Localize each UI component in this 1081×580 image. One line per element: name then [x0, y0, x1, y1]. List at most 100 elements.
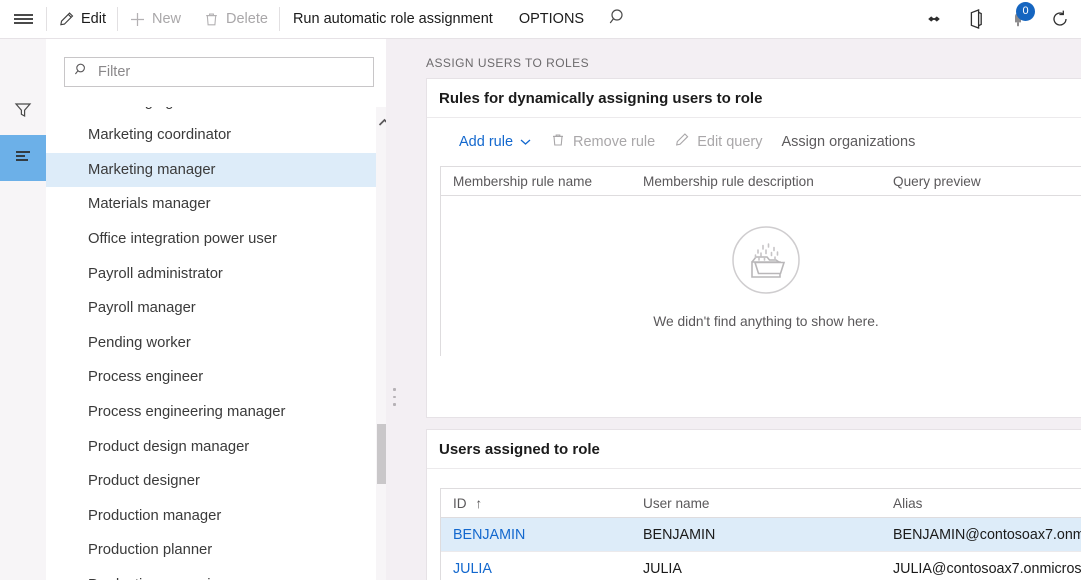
office-icon[interactable] — [955, 0, 997, 38]
list-item-label: Product designer — [88, 473, 200, 490]
filter-input[interactable] — [98, 64, 364, 80]
divider — [427, 468, 1081, 469]
page-caption: ASSIGN USERS TO ROLES — [426, 56, 590, 70]
chevron-down-icon — [520, 134, 531, 150]
run-automatic-role-assignment-label: Run automatic role assignment — [292, 11, 493, 27]
delete-button-label: Delete — [226, 11, 268, 27]
column-header-id[interactable]: ID ↑ — [441, 496, 631, 511]
list-item-role[interactable]: Product design manager — [46, 429, 394, 464]
list-item-role[interactable]: Payroll manager — [46, 291, 394, 326]
list-item-label: Marketing coordinator — [88, 127, 232, 144]
column-header-alias[interactable]: Alias — [881, 496, 1081, 511]
edit-query-label: Edit query — [697, 134, 763, 150]
cell-user-name: BENJAMIN — [643, 526, 716, 543]
options-menu-button[interactable]: OPTIONS — [506, 0, 597, 38]
rules-grid-empty-state: We didn't find anything to show here. — [441, 196, 1081, 356]
column-header-query-preview[interactable]: Query preview — [881, 174, 1081, 189]
assign-organizations-label: Assign organizations — [781, 134, 916, 150]
list-item-role[interactable]: Marketing manager — [46, 152, 394, 188]
list-item-label: Process engineering manager — [88, 404, 286, 421]
funnel-filter-icon — [13, 100, 33, 125]
users-card-title: Users assigned to role — [439, 440, 600, 458]
rail-filter-button[interactable] — [0, 89, 46, 135]
list-item-role[interactable]: Production planner — [46, 533, 394, 568]
edit-button-label: Edit — [81, 11, 106, 27]
list-item-role[interactable]: Production supervisor — [46, 568, 394, 580]
toolbar-search-button[interactable] — [597, 0, 639, 38]
table-row[interactable]: BENJAMIN BENJAMIN BENJAMIN@contosoax7.onmi… — [441, 518, 1081, 552]
list-item-role[interactable]: Production manager — [46, 499, 394, 534]
cell-id[interactable]: BENJAMIN — [441, 527, 631, 543]
roles-list: Marketing agent Marketing coordinator Mar… — [46, 107, 394, 580]
rules-card-title: Rules for dynamically assigning users to… — [439, 89, 763, 107]
column-header-membership-rule-description[interactable]: Membership rule description — [631, 174, 881, 189]
notifications-badge: 0 — [1016, 2, 1035, 21]
trash-icon — [550, 132, 566, 152]
table-row[interactable]: JULIA JULIA JULIA@contosoax7.onmicrosoft.c… — [441, 552, 1081, 580]
list-item-partial-label: Marketing agent — [88, 107, 194, 110]
cell-alias: BENJAMIN@contosoax7.onmicrosoft.com — [893, 526, 1081, 543]
edit-button[interactable]: Edit — [47, 0, 117, 38]
application-window: Edit New Delete Run automatic role assig — [0, 0, 1081, 580]
cell-user-name: JULIA — [643, 560, 682, 577]
list-item-label: Production manager — [88, 507, 222, 524]
column-header-id-label: ID — [453, 495, 467, 511]
list-item-role[interactable]: Office integration power user — [46, 222, 394, 257]
refresh-icon[interactable] — [1039, 0, 1081, 38]
list-item-role[interactable]: Pending worker — [46, 326, 394, 361]
cell-id[interactable]: JULIA — [441, 561, 631, 577]
list-item-role[interactable]: Product designer — [46, 464, 394, 499]
rules-action-bar: Add rule Remove rule Edit query Assign o… — [427, 118, 1081, 166]
top-command-bar: Edit New Delete Run automatic role assig — [0, 0, 1081, 38]
users-card: Users assigned to role ID ↑ User name Al… — [426, 429, 1081, 580]
notifications-icon[interactable]: 0 — [997, 0, 1039, 38]
left-icon-rail — [0, 39, 46, 580]
empty-folder-icon — [730, 224, 802, 301]
list-item-label: Materials manager — [88, 196, 211, 213]
link-share-icon[interactable] — [913, 0, 955, 38]
filter-container — [46, 39, 394, 87]
delete-button[interactable]: Delete — [192, 0, 279, 38]
pencil-icon — [58, 11, 75, 28]
splitter-grip-icon — [393, 388, 396, 411]
users-grid-header: ID ↑ User name Alias — [441, 489, 1081, 518]
rail-list-button[interactable] — [0, 135, 46, 181]
list-item-role[interactable]: Process engineering manager — [46, 395, 394, 430]
list-item-partial[interactable]: Marketing agent — [46, 107, 394, 118]
rules-grid: Membership rule name Membership rule des… — [440, 166, 1081, 356]
cell-alias: JULIA@contosoax7.onmicrosoft.com — [893, 560, 1081, 577]
new-button[interactable]: New — [118, 0, 192, 38]
add-rule-button[interactable]: Add rule — [459, 134, 531, 150]
list-lines-icon — [12, 146, 34, 171]
list-item-role[interactable]: Marketing coordinator — [46, 118, 394, 153]
list-item-role[interactable]: Payroll administrator — [46, 256, 394, 291]
options-menu-label: OPTIONS — [518, 11, 585, 27]
users-grid: ID ↑ User name Alias BENJAMIN BENJAMIN BEN… — [440, 488, 1081, 580]
hamburger-menu-icon[interactable] — [0, 0, 46, 38]
edit-query-button[interactable]: Edit query — [674, 132, 763, 152]
sort-ascending-icon: ↑ — [475, 495, 483, 511]
list-item-label: Payroll manager — [88, 300, 196, 317]
search-icon — [608, 7, 628, 32]
run-automatic-role-assignment-button[interactable]: Run automatic role assignment — [280, 0, 506, 38]
list-item-role[interactable]: Materials manager — [46, 187, 394, 222]
list-item-label: Office integration power user — [88, 231, 277, 248]
list-item-label: Marketing manager — [88, 161, 216, 178]
list-item-label: Process engineer — [88, 369, 204, 386]
search-icon — [74, 62, 89, 82]
new-button-label: New — [152, 11, 182, 27]
pane-splitter[interactable] — [386, 39, 402, 580]
list-item-label: Production planner — [88, 542, 213, 559]
list-item-label: Payroll administrator — [88, 265, 223, 282]
trash-icon — [203, 11, 220, 28]
list-item-label: Pending worker — [88, 334, 191, 351]
pencil-icon — [674, 132, 690, 152]
list-item-role[interactable]: Process engineer — [46, 360, 394, 395]
column-header-user-name[interactable]: User name — [631, 496, 881, 511]
assign-organizations-button[interactable]: Assign organizations — [782, 134, 916, 150]
remove-rule-button[interactable]: Remove rule — [550, 132, 655, 152]
add-rule-label: Add rule — [459, 134, 514, 150]
column-header-membership-rule-name[interactable]: Membership rule name — [441, 174, 631, 189]
filter-box[interactable] — [64, 57, 374, 87]
remove-rule-label: Remove rule — [573, 134, 656, 150]
